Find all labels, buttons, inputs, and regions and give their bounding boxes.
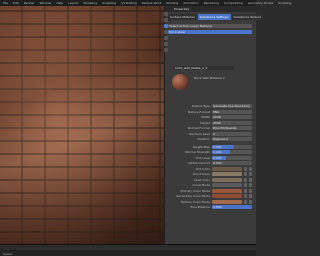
swatch-link-button[interactable] [249, 194, 252, 198]
color-label: Dust Color [194, 177, 210, 182]
property-label: Height [200, 120, 210, 125]
menu-item[interactable]: Sculpting [102, 1, 116, 5]
timeline-strip[interactable] [0, 245, 256, 250]
property-label: Output Type [191, 104, 210, 108]
menu-item[interactable]: Render [24, 1, 35, 5]
menu-item[interactable]: File [3, 1, 8, 5]
menu-item[interactable]: Compositing [224, 1, 243, 5]
tone-balance-label: Tone Balance [190, 205, 210, 209]
swatch-link-button[interactable] [249, 188, 252, 193]
tab-0[interactable]: Surface Material [168, 14, 197, 20]
property-value[interactable]: PNG [212, 109, 252, 114]
swatch-options-button[interactable] [244, 199, 247, 204]
status-select-hint: Select [3, 252, 13, 256]
menu-item[interactable]: Geometry Nodes [248, 1, 273, 5]
tab-1[interactable]: Substance Settings [197, 14, 231, 20]
panel-tabs: Surface Material Substance Settings Substa… [168, 14, 264, 20]
property-value[interactable]: DirectX/OpenGL [212, 126, 252, 130]
swatch-options-button[interactable] [244, 166, 247, 171]
swatch-link-button[interactable] [249, 177, 252, 182]
color-label: Grout Mode [192, 183, 210, 187]
slider-field[interactable]: 1.000 [212, 150, 252, 154]
slider-label: Height Map [192, 144, 210, 149]
swatch-options-button[interactable] [244, 183, 247, 187]
swatch-link-button[interactable] [249, 183, 252, 187]
swatch-options-button[interactable] [244, 188, 247, 193]
color-label: Tertiary Color Mode [180, 199, 210, 204]
swatch-link-button[interactable] [249, 199, 252, 204]
color-label: Primary Color Mode [180, 188, 210, 193]
property-value[interactable]: Degrees 0 [212, 137, 252, 141]
menu-item[interactable]: Edit [13, 1, 19, 5]
swatch-link-button[interactable] [249, 166, 252, 171]
color-swatch[interactable] [212, 199, 242, 204]
property-label: Rotation [197, 137, 210, 141]
property-value[interactable]: 2048 [212, 115, 252, 119]
property-value[interactable]: 2048 [212, 120, 252, 125]
menu-item[interactable]: Layout [68, 1, 78, 5]
swatch-options-button[interactable] [244, 177, 247, 182]
panel-title: Properties [174, 7, 190, 11]
menu-item[interactable]: Rendering [204, 1, 219, 5]
swatch-options-button[interactable] [244, 194, 247, 198]
color-swatch[interactable] [212, 188, 242, 193]
menu-item[interactable]: Shading [166, 1, 178, 5]
property-value[interactable]: 0 [212, 131, 252, 136]
slider-value: 1.000 [213, 150, 222, 154]
panel-header: Properties [165, 6, 257, 12]
slider-value: 0.500 [213, 155, 222, 160]
slider-label: Normal Strength [185, 150, 210, 154]
color-swatch[interactable] [212, 177, 242, 182]
menu-item[interactable]: Animation [183, 1, 198, 5]
substance-file-field[interactable]: Brick.sbsar [168, 30, 252, 34]
select-active-row[interactable]: Select Active: Layer Material [168, 24, 252, 28]
menu-item[interactable]: Texture Paint [142, 1, 161, 5]
menu-item[interactable]: Modeling [83, 1, 97, 5]
color-swatch[interactable] [212, 166, 242, 171]
property-label: Width [201, 115, 210, 119]
preview-label: Brick Wall Material 2 [194, 76, 225, 80]
status-bar: Select [0, 244, 256, 256]
color-label: Dirt Color [195, 166, 210, 171]
property-label: Texture Format [187, 109, 210, 114]
material-name-field[interactable]: brick_wall_tilable_2_2 [174, 66, 234, 70]
material-preview-sphere [172, 74, 188, 90]
menu-item[interactable]: Scripting [278, 1, 291, 5]
slider-value: 0.000 [213, 161, 222, 165]
slider-value: 1.000 [213, 144, 222, 149]
slider-label: Dirt Level [195, 155, 210, 160]
panel-content: Surface Material Substance Settings Substa… [168, 14, 264, 244]
property-label: Random Seed [189, 131, 210, 136]
color-swatch[interactable] [212, 183, 242, 187]
color-swatch[interactable] [212, 194, 242, 198]
slider-field[interactable]: 0.000 [212, 161, 252, 165]
slider-field[interactable]: 0.500 [212, 155, 252, 160]
property-value[interactable]: Generate Use Resolution [212, 104, 252, 108]
slider-label: Additional Dirt [188, 161, 210, 165]
swatch-link-button[interactable] [249, 172, 252, 176]
color-swatch[interactable] [212, 172, 242, 176]
color-label: Secondary Color Mode [176, 194, 210, 198]
menu-item[interactable]: Window [40, 1, 52, 5]
tone-balance-slider[interactable]: 0.500 [212, 205, 252, 209]
slider-field[interactable]: 1.000 [212, 144, 252, 149]
swatch-options-button[interactable] [244, 172, 247, 176]
menu-item[interactable]: UV Editing [121, 1, 137, 5]
color-label: Grout Color [192, 172, 210, 176]
tab-2[interactable]: Substance Texture [231, 14, 264, 20]
menu-item[interactable]: Help [56, 1, 63, 5]
3d-viewport[interactable] [0, 6, 164, 244]
property-label: Normal Format [187, 126, 210, 130]
